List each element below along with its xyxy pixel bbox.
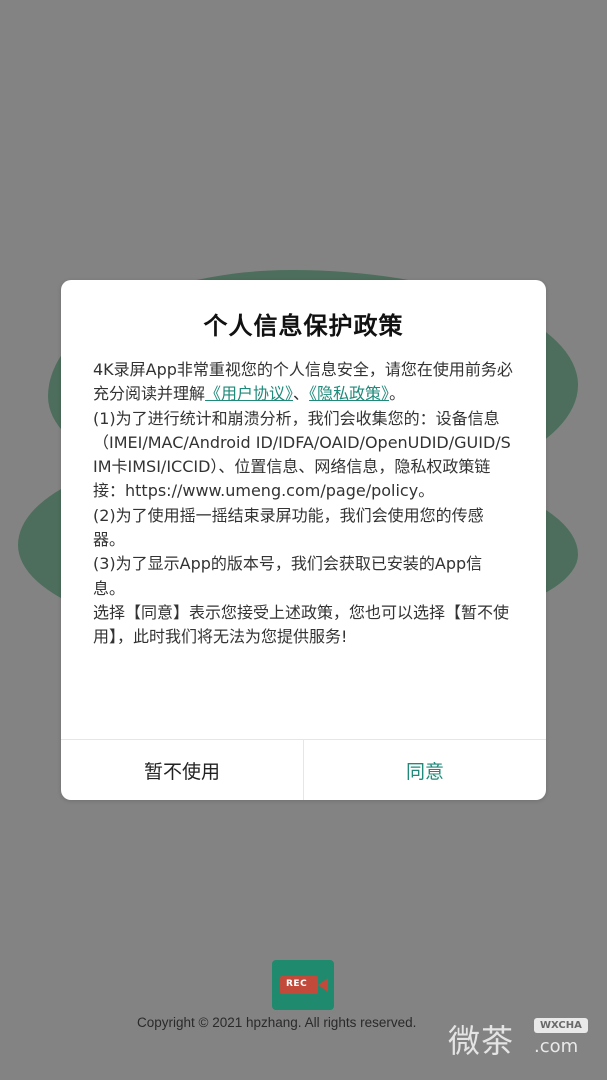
watermark-chinese-text: 微茶	[448, 1022, 515, 1060]
agree-button[interactable]: 同意	[304, 740, 546, 800]
watermark-tag: WXCHA	[534, 1018, 588, 1033]
policy-item-sensor: (2)为了使用摇一摇结束录屏功能，我们会使用您的传感器。	[93, 505, 484, 550]
camera-lens-shape	[318, 978, 328, 992]
user-agreement-link[interactable]: 《用户协议》	[205, 384, 293, 403]
dialog-actions: 暂不使用 同意	[61, 739, 546, 800]
intro-paragraph: 4K录屏App非常重视您的个人信息安全，请您在使用前务必充分阅读并理解《用户协议…	[93, 358, 513, 407]
logo-rec-label: REC	[286, 979, 308, 989]
dialog-body: 4K录屏App非常重视您的个人信息安全，请您在使用前务必充分阅读并理解《用户协议…	[93, 358, 513, 650]
app-logo: REC	[272, 960, 334, 1010]
policy-item-app-list: (3)为了显示App的版本号，我们会获取已安装的App信息。	[93, 554, 483, 598]
intro-separator: 、	[293, 384, 310, 404]
policy-item-statistics: (1)为了进行统计和崩溃分析，我们会收集您的：设备信息（IMEI/MAC/And…	[93, 408, 511, 501]
policy-consent-note: 选择【同意】表示您接受上述政策，您也可以选择【暂不使用】，此时我们将无法为您提供…	[93, 602, 510, 647]
watermark: 微茶 WXCHA .com	[448, 1012, 598, 1062]
copyright-text: Copyright © 2021 hpzhang. All rights res…	[137, 1015, 417, 1030]
privacy-policy-link[interactable]: 《隐私政策》	[309, 384, 389, 403]
dialog-title: 个人信息保护政策	[203, 312, 404, 340]
watermark-domain: .com	[534, 1036, 579, 1057]
privacy-policy-dialog: 个人信息保护政策 4K录屏App非常重视您的个人信息安全，请您在使用前务必充分阅…	[61, 280, 546, 800]
decline-button[interactable]: 暂不使用	[61, 740, 304, 800]
intro-suffix: 。	[389, 384, 406, 404]
